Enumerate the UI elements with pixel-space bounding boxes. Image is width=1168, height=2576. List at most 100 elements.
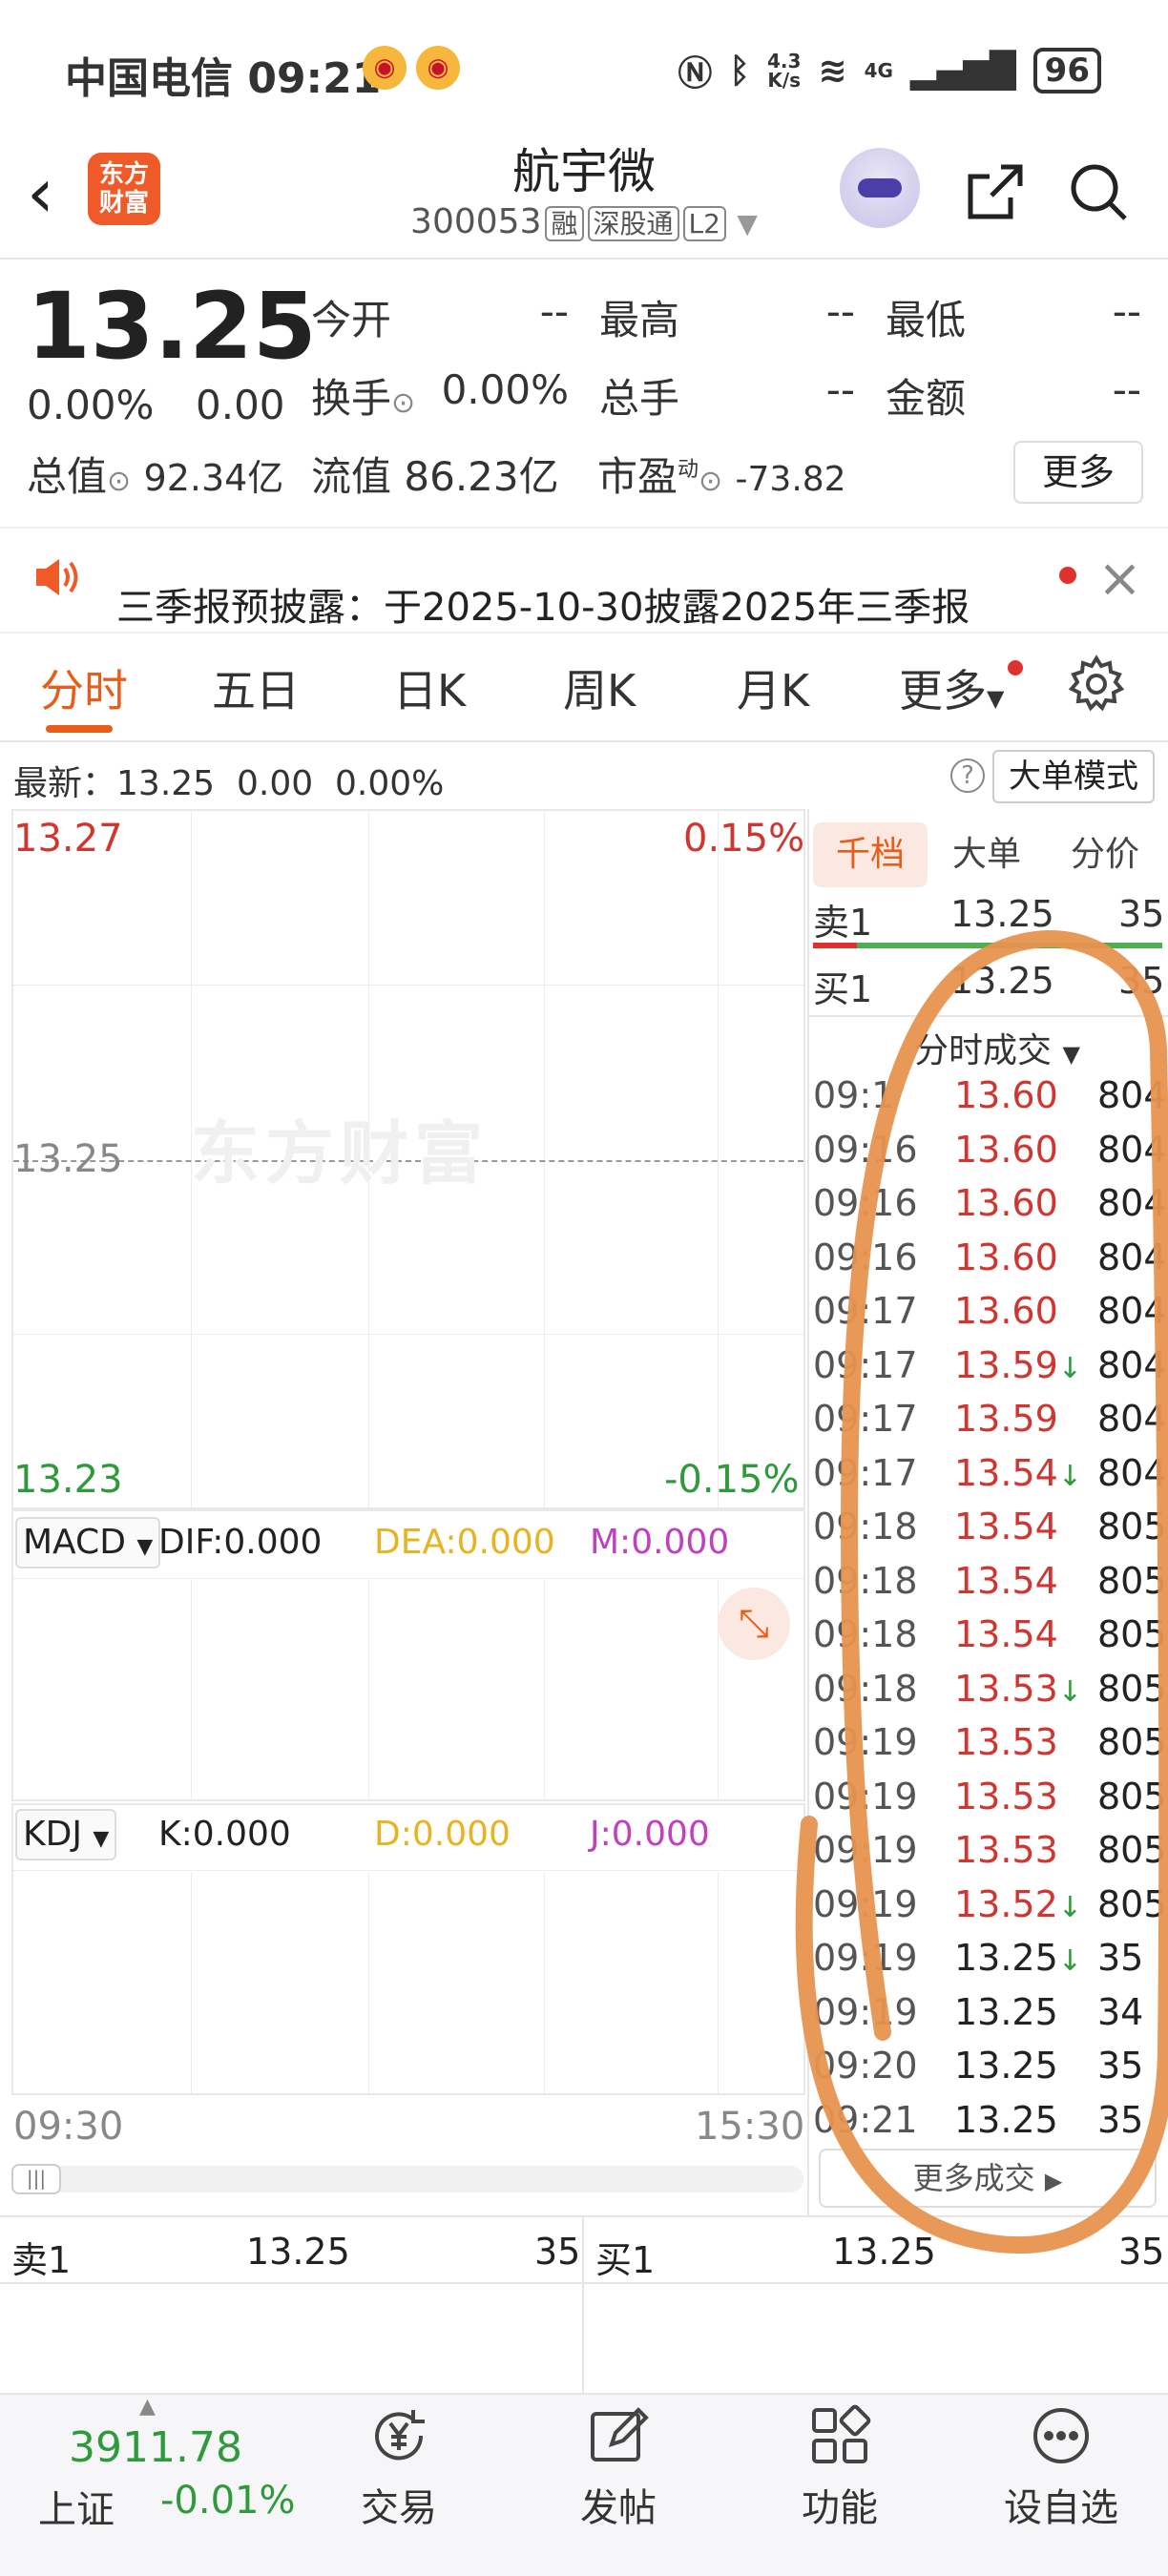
tick-time: 09:18 (813, 1506, 918, 1548)
tab-monthly-k[interactable]: 月K (737, 656, 809, 719)
tick-price-value: 13.60 (954, 1074, 1058, 1116)
change-percent: 0.00% (27, 382, 155, 428)
tick-price-value: 13.25 (954, 1990, 1058, 2033)
tick-price: 13.25 (954, 2045, 1058, 2087)
tick-volume: 804 (1097, 1128, 1167, 1171)
chevron-up-icon[interactable]: ▲ (139, 2395, 156, 2419)
tick-row: 09:16 13.60 804 (813, 1129, 1168, 1182)
tick-price-value: 13.54 (954, 1506, 1058, 1548)
tick-volume: 804 (1097, 1074, 1167, 1116)
grid-line (13, 1870, 803, 1871)
tab-big-order[interactable]: 大单 (928, 822, 1046, 887)
info-icon: ⊙ (699, 465, 723, 498)
grid-line (718, 811, 719, 1507)
settings-gear-icon[interactable] (1067, 654, 1126, 717)
tick-row: 09:16 13.60 804 (813, 1182, 1168, 1236)
tick-time: 09:21 (813, 2098, 918, 2141)
grid-line (13, 1334, 803, 1335)
more-dots-icon (985, 2404, 1137, 2477)
order-buy-label: 买1 (595, 2239, 656, 2281)
low-value: -- (1112, 288, 1141, 335)
nav-trade[interactable]: 交易 (323, 2404, 475, 2532)
tick-price: 13.59 (954, 1398, 1058, 1440)
close-icon[interactable]: × (1097, 548, 1142, 610)
nfc-icon: Ⓝ (678, 54, 713, 93)
tick-price: 13.54 (954, 1560, 1058, 1602)
ai-assistant-icon[interactable] (840, 148, 920, 228)
chart-scrollbar[interactable] (11, 2166, 803, 2192)
tick-price-value: 13.52 (954, 1882, 1058, 1925)
chevron-down-icon: ▼ (93, 1827, 110, 1851)
tick-row: 09:18 13.53↓ 805 (813, 1668, 1168, 1721)
big-order-mode-button[interactable]: 大单模式 (992, 750, 1155, 803)
amount-label: 金额 (886, 375, 967, 422)
tick-row: 09:17 13.59 804 (813, 1398, 1168, 1451)
tick-row: 09:17 13.59↓ 804 (813, 1344, 1168, 1398)
arrow-down-icon: ↓ (1057, 1674, 1082, 1709)
tab-intraday[interactable]: 分时 (40, 656, 128, 719)
tick-price: 13.25 (954, 1991, 1058, 2033)
index-name[interactable]: 上证 (38, 2479, 115, 2534)
high-value: -- (825, 288, 855, 335)
chart-scroll-handle[interactable]: ||| (11, 2164, 61, 2194)
grid-line (13, 1578, 803, 1579)
latest-quote-line: 最新：13.25 0.00 0.00% (13, 764, 445, 803)
expand-icon[interactable]: ⤡ (718, 1588, 790, 1660)
high-label: 最高 (599, 297, 680, 343)
divider (582, 2217, 584, 2399)
index-value[interactable]: 3911.78 (69, 2423, 242, 2472)
network-speed: 4.3 K/s (766, 50, 802, 92)
tick-time: 09:16 (813, 1236, 918, 1278)
tick-volume: 804 (1097, 1398, 1167, 1440)
grid-line (544, 1580, 545, 1799)
share-icon[interactable] (954, 153, 1034, 233)
nav-functions[interactable]: 功能 (763, 2404, 916, 2532)
kdj-k: K:0.000 (158, 1815, 291, 1854)
turnover-value: 0.00% (441, 366, 569, 413)
current-price: 13.25 (27, 273, 317, 380)
tick-price-value: 13.53 (954, 1775, 1058, 1818)
order-sell-price: 13.25 (246, 2231, 350, 2273)
macd-selector[interactable]: MACD ▼ (15, 1517, 161, 1568)
tick-price: 13.52↓ (954, 1883, 1082, 1925)
tick-price: 13.60 (954, 1182, 1058, 1224)
notice-bar[interactable]: 三季报预披露：于2025-10-30披露2025年三季报 × (0, 527, 1168, 634)
tick-row: 09:20 13.25 35 (813, 2045, 1168, 2098)
nav-post[interactable]: 发帖 (542, 2404, 695, 2532)
tab-weekly-k[interactable]: 周K (563, 656, 636, 719)
grid-line (191, 1580, 192, 1799)
tick-price-value: 13.59 (954, 1343, 1058, 1386)
ticks-title-dropdown[interactable]: 分时成交 ▼ (914, 1023, 1080, 1072)
tick-volume: 805 (1097, 1775, 1167, 1818)
notice-text: 三季报预披露：于2025-10-30披露2025年三季报 (116, 586, 970, 630)
nav-add-watchlist[interactable]: 设自选 (985, 2404, 1137, 2532)
more-trades-button[interactable]: 更多成交 ▶ (819, 2149, 1157, 2208)
pe-ratio: 市盈动⊙ -73.82 (597, 453, 846, 500)
grid-line (718, 1872, 719, 2093)
tab-daily-k[interactable]: 日K (393, 656, 466, 719)
bluetooth-icon: ᛒ (729, 51, 750, 91)
tick-volume: 35 (1097, 2045, 1144, 2087)
more-quote-button[interactable]: 更多 (1013, 441, 1143, 504)
tick-time: 09:18 (813, 1559, 918, 1602)
yen-refresh-icon (323, 2404, 475, 2477)
kdj-d: D:0.000 (374, 1815, 511, 1854)
time-start: 09:30 (13, 2105, 124, 2149)
order-buy-price: 13.25 (832, 2231, 936, 2273)
help-icon[interactable]: ? (950, 758, 985, 793)
tick-time: 09:19 (813, 1990, 918, 2033)
tick-time: 09:16 (813, 1128, 918, 1171)
tab-price-dist[interactable]: 分价 (1046, 822, 1164, 887)
index-change[interactable]: -0.01% (160, 2479, 296, 2523)
search-icon[interactable] (1059, 153, 1139, 233)
speaker-icon (32, 555, 80, 610)
tick-price-value: 13.25 (954, 1937, 1058, 1979)
tick-row: 09:19 13.52↓ 805 (813, 1883, 1168, 1937)
tab-more[interactable]: 更多▼ (899, 656, 1004, 719)
order-buy-vol: 35 (1118, 2231, 1165, 2273)
tab-depth[interactable]: 千档 (813, 822, 928, 887)
panel-divider (807, 809, 809, 2215)
tick-time: 09:18 (813, 1613, 918, 1655)
tab-five-day[interactable]: 五日 (212, 656, 300, 719)
kdj-selector[interactable]: KDJ ▼ (15, 1809, 117, 1860)
